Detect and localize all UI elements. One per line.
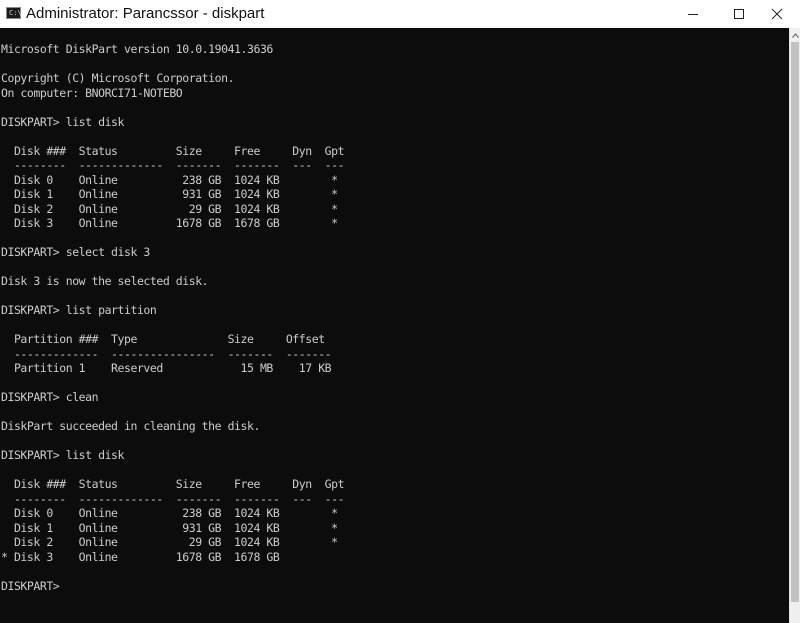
console-line: DISKPART> select disk 3: [1, 245, 150, 259]
console-line: * Disk 3 Online 1678 GB 1678 GB: [1, 549, 280, 564]
console-line: Disk 1 Online 931 GB 1024 KB *: [1, 187, 338, 201]
console-line: Disk 0 Online 238 GB 1024 KB *: [1, 506, 338, 520]
vertical-scrollbar[interactable]: [789, 28, 800, 623]
console-line: Disk 0 Online 238 GB 1024 KB *: [1, 172, 338, 187]
console-line: DISKPART> clean: [1, 390, 99, 404]
chevron-up-icon: [791, 32, 799, 38]
console-line: -------- ------------- ------- ------- -…: [1, 491, 345, 506]
scroll-up-button[interactable]: [790, 28, 800, 42]
console-line: On computer: BNORCI71-NOTEBO: [1, 85, 183, 100]
console-line: Disk ### Status Size Free Dyn Gpt: [1, 143, 345, 158]
console-line: Partition ### Type Size Offset: [1, 332, 325, 346]
console-output-area[interactable]: Microsoft DiskPart version 10.0.19041.36…: [0, 28, 789, 623]
console-line: -------- ------------- ------- ------- -…: [1, 158, 345, 172]
console-line: ------------- ---------------- ------- -…: [1, 346, 332, 361]
console-icon[interactable]: C:\: [6, 7, 22, 19]
console-line: Microsoft DiskPart version 10.0.19041.36…: [1, 42, 273, 56]
console-line: DiskPart succeeded in cleaning the disk.: [1, 419, 260, 433]
console-text: Microsoft DiskPart version 10.0.19041.36…: [1, 42, 345, 593]
console-line: DISKPART> list disk: [1, 448, 124, 462]
console-line: DISKPART> list partition: [1, 303, 157, 317]
close-button[interactable]: [754, 0, 800, 28]
console-line: DISKPART> list disk: [1, 114, 124, 129]
console-line: Partition 1 Reserved 15 MB 17 KB: [1, 361, 332, 375]
title-bar[interactable]: C:\ Administrator: Parancssor - diskpart: [0, 0, 800, 28]
console-line: Disk 3 Online 1678 GB 1678 GB *: [1, 216, 338, 230]
console-line: Disk 2 Online 29 GB 1024 KB *: [1, 535, 338, 549]
console-line: DISKPART>: [1, 578, 66, 593]
console-line: Disk ### Status Size Free Dyn Gpt: [1, 477, 345, 491]
window-title: Administrator: Parancssor - diskpart: [26, 5, 265, 22]
scroll-thumb[interactable]: [791, 42, 799, 602]
minimize-button[interactable]: [670, 0, 716, 28]
console-line: Disk 3 is now the selected disk.: [1, 274, 209, 288]
maximize-icon: [734, 9, 744, 19]
console-icon-label: C:\: [9, 9, 22, 17]
minimize-icon: [688, 14, 698, 15]
console-window: C:\ Administrator: Parancssor - diskpart…: [0, 0, 800, 623]
console-line: Disk 1 Online 931 GB 1024 KB *: [1, 520, 338, 535]
console-line: Copyright (C) Microsoft Corporation.: [1, 71, 235, 85]
close-icon: [771, 8, 783, 20]
console-line: Disk 2 Online 29 GB 1024 KB *: [1, 201, 338, 216]
